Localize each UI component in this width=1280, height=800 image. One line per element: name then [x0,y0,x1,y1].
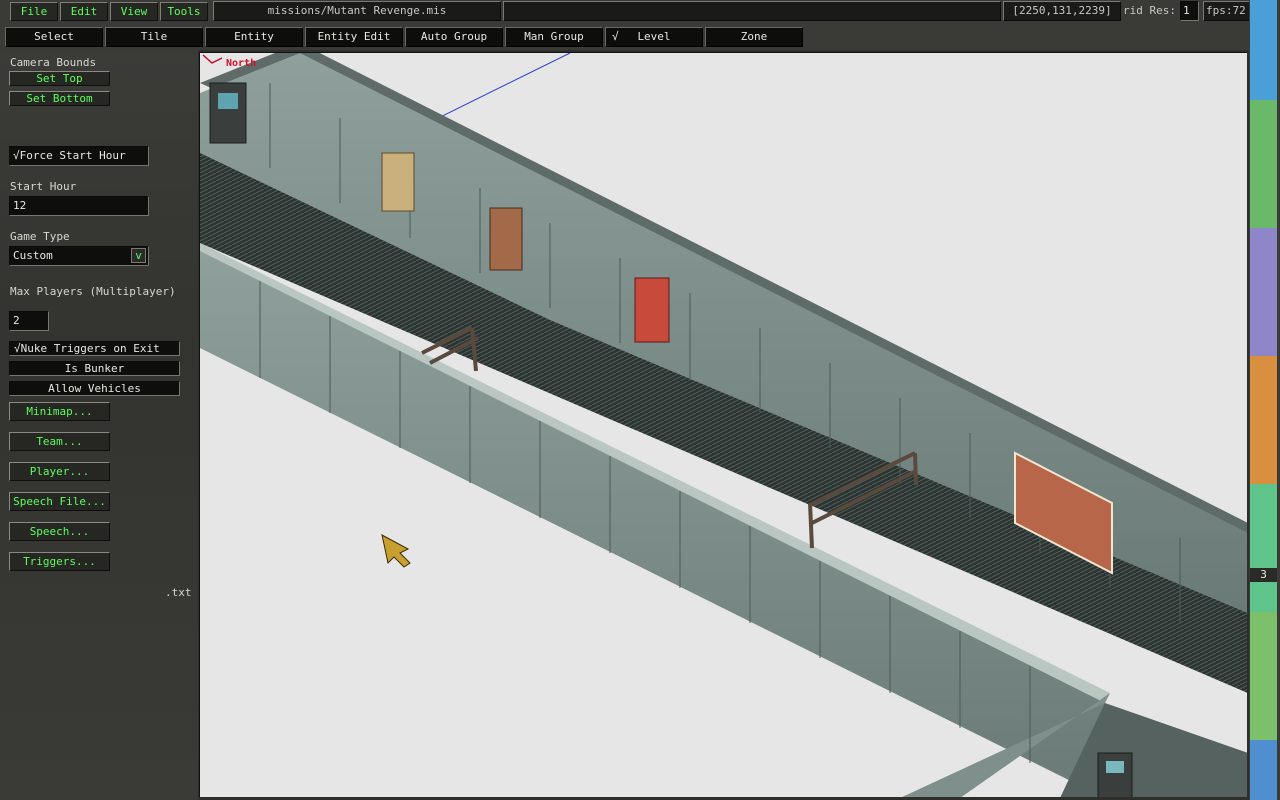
mode-toolbar: Select Tile Entity Entity Edit Auto Grou… [0,24,1280,50]
grid-res-label: rid Res: [1123,4,1176,17]
mode-auto-group[interactable]: Auto Group [405,27,503,47]
game-type-value: Custom [13,249,53,262]
set-top-button[interactable]: Set Top [9,71,110,86]
set-bottom-button[interactable]: Set Bottom [9,91,110,106]
mode-level[interactable]: √ Level [605,27,703,47]
level-swatch-4[interactable] [1250,356,1277,484]
north-label: North [226,58,256,69]
edit-menu[interactable]: Edit [60,2,108,21]
mode-select[interactable]: Select [5,27,103,47]
poster-3 [634,277,670,343]
camera-bounds-label: Camera Bounds [10,56,97,69]
map-viewport[interactable]: North [199,52,1247,797]
nuke-triggers-toggle[interactable]: √Nuke Triggers on Exit [9,341,180,356]
level-swatch-7[interactable] [1250,740,1277,800]
grid-res-input[interactable]: 1 [1180,1,1199,21]
mode-man-group[interactable]: Man Group [505,27,603,47]
view-menu[interactable]: View [110,2,158,21]
mode-tile[interactable]: Tile [105,27,203,47]
speech-button[interactable]: Speech... [9,522,110,541]
file-menu[interactable]: File [10,2,58,21]
level-swatch-6[interactable] [1250,612,1277,740]
computer-terminal-icon-2[interactable] [1097,752,1133,797]
is-bunker-toggle[interactable]: Is Bunker [9,361,180,376]
title-spacer [503,1,1001,21]
current-level-indicator: 3 [1250,568,1277,582]
mode-zone[interactable]: Zone [705,27,803,47]
mode-level-label: Level [637,30,671,43]
level-swatch-1[interactable] [1250,0,1277,100]
isometric-level-render: North [200,53,1247,797]
level-swatch-2[interactable] [1250,100,1277,228]
mission-path: missions/Mutant Revenge.mis [213,1,501,21]
player-button[interactable]: Player... [9,462,110,481]
mode-entity[interactable]: Entity [205,27,303,47]
walkway-floor-far [200,173,1247,693]
nuke-triggers-check: √ [14,342,21,355]
minimap-button[interactable]: Minimap... [9,402,110,421]
start-hour-input[interactable]: 12 [9,196,149,216]
poster-1 [381,152,415,212]
max-players-input[interactable]: 2 [9,311,49,331]
speech-file-extension: .txt [165,586,192,599]
start-hour-label: Start Hour [10,180,77,193]
team-button[interactable]: Team... [9,432,110,451]
mouse-cursor-icon [381,534,411,568]
speech-file-button[interactable]: Speech File... [9,492,110,511]
force-start-hour-toggle[interactable]: √Force Start Hour [9,146,149,166]
computer-terminal-icon[interactable] [209,82,247,144]
level-properties-panel: Camera Bounds Set Top Set Bottom √Force … [0,50,198,800]
nuke-triggers-label: Nuke Triggers on Exit [20,342,160,355]
force-start-check: √ [13,149,20,162]
force-start-label: Force Start Hour [19,149,126,162]
north-arrow-icon [202,54,223,64]
game-type-select[interactable]: Custom v [9,246,149,266]
mode-level-check: √ [612,30,619,43]
title-bar: File Edit View Tools missions/Mutant Rev… [0,0,1280,24]
game-type-label: Game Type [10,230,70,243]
chevron-down-icon[interactable]: v [131,248,146,263]
level-color-bar: 3 [1249,0,1280,800]
poster-2 [489,207,523,271]
triggers-button[interactable]: Triggers... [9,552,110,571]
cursor-coords: [2250,131,2239] [1003,1,1121,21]
max-players-label: Max Players (Multiplayer) [10,285,176,298]
mode-entity-edit[interactable]: Entity Edit [305,27,403,47]
level-swatch-3[interactable] [1250,228,1277,356]
level-swatch-5[interactable] [1250,484,1277,612]
allow-vehicles-toggle[interactable]: Allow Vehicles [9,381,180,396]
tools-menu[interactable]: Tools [160,2,208,21]
